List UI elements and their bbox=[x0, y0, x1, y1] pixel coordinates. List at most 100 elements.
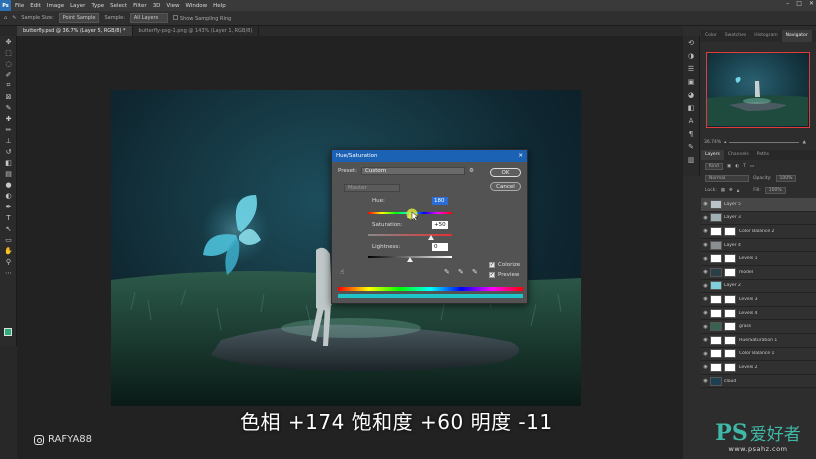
layer-visibility-eye-icon[interactable]: ◉ bbox=[701, 310, 710, 316]
layer-row[interactable]: ◉ Layer 3 bbox=[701, 211, 816, 226]
menu-filter[interactable]: Filter bbox=[133, 3, 147, 9]
layer-visibility-eye-icon[interactable]: ◉ bbox=[701, 337, 710, 343]
layer-row[interactable]: ◉ grass bbox=[701, 320, 816, 334]
preset-gear-icon[interactable]: ⚙ bbox=[469, 168, 474, 174]
eyedropper-sample-icon[interactable]: ✎ bbox=[444, 268, 450, 276]
layer-row[interactable]: ◉ Layer 4 bbox=[701, 238, 816, 253]
layer-row[interactable]: ◉ Hue/Saturation 1 bbox=[701, 333, 816, 348]
eyedropper-add-icon[interactable]: ✎ bbox=[458, 268, 464, 276]
saturation-slider-thumb[interactable] bbox=[428, 235, 434, 240]
paragraph-icon[interactable]: ¶ bbox=[683, 127, 699, 140]
filter-adjust-icon[interactable]: ◐ bbox=[735, 164, 739, 169]
show-ring-checkbox[interactable] bbox=[172, 14, 178, 20]
sample-select[interactable]: All Layers bbox=[129, 13, 168, 23]
maximize-button[interactable]: □ bbox=[796, 0, 802, 7]
layer-visibility-eye-icon[interactable]: ◉ bbox=[701, 324, 710, 330]
preview-checkbox[interactable]: ✓ bbox=[489, 272, 495, 278]
preset-select[interactable]: Custom bbox=[361, 167, 466, 175]
sample-size-select[interactable]: Point Sample bbox=[58, 13, 100, 23]
lock-all-icon[interactable]: 🔒︎ bbox=[737, 188, 739, 194]
menu-type[interactable]: Type bbox=[91, 3, 104, 9]
marquee-tool-icon[interactable]: ⬚ bbox=[0, 47, 17, 58]
tab-butterfly-psd[interactable]: butterfly.psd @ 36.7% (Layer 5, RGB/8) * bbox=[17, 26, 133, 36]
layer-mask-thumbnail[interactable] bbox=[724, 308, 736, 318]
healing-brush-icon[interactable]: ✚ bbox=[0, 113, 17, 124]
history-brush-icon[interactable]: ↺ bbox=[0, 146, 17, 157]
brush-tool-icon[interactable]: ✏ bbox=[0, 124, 17, 135]
eyedropper-subtract-icon[interactable]: ✎ bbox=[472, 268, 478, 276]
eraser-tool-icon[interactable]: ◧ bbox=[0, 157, 17, 168]
layer-row[interactable]: ◉ Layer 2 bbox=[701, 279, 816, 294]
color-icon[interactable]: ◕ bbox=[683, 88, 699, 101]
adjustments-icon[interactable]: ◑ bbox=[683, 49, 699, 62]
dialog-close-icon[interactable]: ✕ bbox=[518, 153, 523, 159]
layer-mask-thumbnail[interactable] bbox=[724, 322, 736, 332]
path-select-icon[interactable]: ↖ bbox=[0, 223, 17, 234]
lock-position-icon[interactable]: ✥ bbox=[729, 188, 733, 193]
menu-edit[interactable]: Edit bbox=[30, 3, 41, 9]
layer-mask-thumbnail[interactable] bbox=[724, 294, 736, 304]
layer-mask-thumbnail[interactable] bbox=[724, 349, 736, 359]
crop-tool-icon[interactable]: ⌗ bbox=[0, 80, 17, 91]
move-tool-icon[interactable]: ✥ bbox=[0, 36, 17, 47]
targeted-adjust-icon[interactable]: ☝ bbox=[340, 268, 344, 276]
layer-visibility-eye-icon[interactable]: ◉ bbox=[701, 351, 710, 357]
tab-navigator[interactable]: Navigator bbox=[781, 30, 812, 42]
properties-icon[interactable]: ☰ bbox=[683, 62, 699, 75]
menu-select[interactable]: Select bbox=[110, 3, 127, 9]
layer-mask-thumbnail[interactable] bbox=[724, 226, 736, 236]
saturation-value-field[interactable]: +50 bbox=[432, 221, 448, 229]
brush-settings-icon[interactable]: ✎ bbox=[683, 140, 699, 153]
layer-visibility-eye-icon[interactable]: ◉ bbox=[701, 378, 710, 384]
layer-row[interactable]: ◉ Levels 2 bbox=[701, 361, 816, 375]
quick-select-tool-icon[interactable]: ✐ bbox=[0, 69, 17, 80]
tab-paths[interactable]: Paths bbox=[753, 150, 773, 160]
zoom-out-icon[interactable]: ▴ bbox=[724, 140, 726, 145]
hand-tool-icon[interactable]: ✋ bbox=[0, 245, 17, 256]
layer-visibility-eye-icon[interactable]: ◉ bbox=[701, 242, 710, 248]
home-icon[interactable]: ⌂ bbox=[4, 15, 7, 21]
tab-butterfly-png[interactable]: butterfly-psg-1.png @ 143% (Layer 1, RGB… bbox=[132, 26, 260, 36]
tab-swatches[interactable]: Swatches bbox=[721, 30, 751, 42]
tab-color[interactable]: Color bbox=[701, 30, 721, 42]
history-icon[interactable]: ⟲ bbox=[683, 36, 699, 49]
libraries-icon[interactable]: ▣ bbox=[683, 75, 699, 88]
dodge-tool-icon[interactable]: ◐ bbox=[0, 190, 17, 201]
menu-layer[interactable]: Layer bbox=[70, 3, 85, 9]
gradient-tool-icon[interactable]: ▤ bbox=[0, 168, 17, 179]
filter-type-icon[interactable]: T bbox=[743, 164, 746, 169]
layer-mask-thumbnail[interactable] bbox=[724, 267, 736, 277]
layer-mask-thumbnail[interactable] bbox=[724, 254, 736, 264]
menu-image[interactable]: Image bbox=[47, 3, 64, 9]
layer-mask-thumbnail[interactable] bbox=[724, 335, 736, 345]
more-tools-icon[interactable]: ⋯ bbox=[0, 267, 17, 278]
fill-field[interactable]: 100% bbox=[764, 187, 786, 194]
filter-pixel-icon[interactable]: ▣ bbox=[727, 164, 731, 169]
menu-window[interactable]: Window bbox=[185, 3, 207, 9]
layer-visibility-eye-icon[interactable]: ◉ bbox=[701, 215, 710, 221]
navigator-preview[interactable] bbox=[706, 52, 810, 128]
lasso-tool-icon[interactable]: ◌ bbox=[0, 58, 17, 69]
menu-view[interactable]: View bbox=[166, 3, 179, 9]
lightness-value-field[interactable]: 0 bbox=[432, 243, 448, 251]
styles-icon[interactable]: ◧ bbox=[683, 101, 699, 114]
minimize-button[interactable]: – bbox=[786, 0, 789, 7]
hue-value-field[interactable]: 180 bbox=[432, 197, 448, 205]
blur-tool-icon[interactable]: ● bbox=[0, 179, 17, 190]
layer-row[interactable]: ◉ Levels 1 bbox=[701, 252, 816, 266]
layer-visibility-eye-icon[interactable]: ◉ bbox=[701, 201, 710, 207]
menu-3d[interactable]: 3D bbox=[153, 3, 161, 9]
tab-histogram[interactable]: Histogram bbox=[750, 30, 781, 42]
layer-visibility-eye-icon[interactable]: ◉ bbox=[701, 283, 710, 289]
menu-file[interactable]: File bbox=[15, 3, 24, 9]
zoom-tool-icon[interactable]: ⚲ bbox=[0, 256, 17, 267]
shape-tool-icon[interactable]: ▭ bbox=[0, 234, 17, 245]
layer-visibility-eye-icon[interactable]: ◉ bbox=[701, 269, 710, 275]
eyedropper-icon[interactable]: ✎ bbox=[0, 102, 17, 113]
show-sampling-ring-toggle[interactable]: Show Sampling Ring bbox=[172, 14, 231, 22]
cancel-button[interactable]: Cancel bbox=[490, 182, 521, 191]
layer-kind-filter[interactable]: Kind bbox=[705, 163, 723, 170]
layer-visibility-eye-icon[interactable]: ◉ bbox=[701, 296, 710, 302]
zoom-in-icon[interactable]: ▲ bbox=[802, 140, 805, 145]
layer-row[interactable]: ◉ Color Balance 2 bbox=[701, 225, 816, 239]
